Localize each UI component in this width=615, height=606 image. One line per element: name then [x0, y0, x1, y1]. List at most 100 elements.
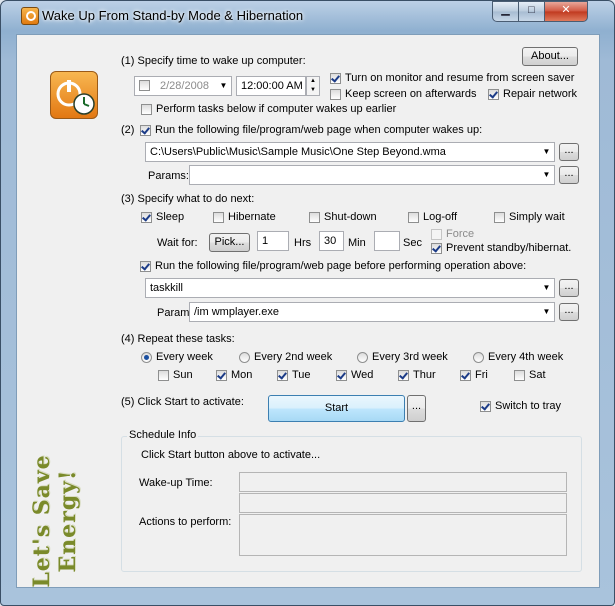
day-fri-label: Fri	[475, 369, 488, 381]
step4-label: (4) Repeat these tasks:	[121, 333, 235, 345]
before-params-browse-button[interactable]: ...	[559, 303, 579, 321]
every-2nd-week-radio[interactable]	[239, 352, 250, 363]
maximize-button[interactable]: □	[518, 1, 545, 22]
step3-label: (3) Specify what to do next:	[121, 193, 255, 205]
minutes-label: Min	[348, 237, 366, 249]
date-picker[interactable]: 2/28/2008 ▼	[134, 76, 232, 96]
day-mon-checkbox[interactable]	[216, 370, 227, 381]
day-tue-label: Tue	[292, 369, 311, 381]
schedule-info-title: Schedule Info	[127, 429, 199, 441]
wake-params-browse-button[interactable]: ...	[559, 166, 579, 184]
day-sun-checkbox[interactable]	[158, 370, 169, 381]
hours-label: Hrs	[294, 237, 312, 249]
every-3rd-week-radio[interactable]	[357, 352, 368, 363]
repair-network-checkbox[interactable]	[488, 89, 499, 100]
option-logoff-radio[interactable]	[408, 212, 419, 223]
minutes-field[interactable]: 30	[319, 231, 344, 251]
force-checkbox[interactable]	[431, 229, 442, 240]
step1-label: (1) Specify time to wake up computer:	[121, 55, 306, 67]
title-bar[interactable]: Wake Up From Stand-by Mode & Hibernation…	[1, 1, 614, 31]
chevron-down-icon[interactable]: ▼	[539, 303, 554, 321]
every-week-radio[interactable]	[141, 352, 152, 363]
actions-label: Actions to perform:	[139, 516, 232, 528]
option-hibernate-label: Hibernate	[228, 211, 276, 223]
keep-screen-checkbox[interactable]	[330, 89, 341, 100]
app-window: Wake Up From Stand-by Mode & Hibernation…	[0, 0, 615, 606]
seconds-label: Sec	[403, 237, 422, 249]
time-field[interactable]: 12:00:00 AM	[236, 76, 306, 96]
run-before-label: Run the following file/program/web page …	[155, 260, 527, 272]
step5-label: (5) Click Start to activate:	[121, 396, 244, 408]
wake-params-combo[interactable]: ▼	[189, 165, 555, 185]
window-title: Wake Up From Stand-by Mode & Hibernation	[42, 8, 304, 23]
seconds-field[interactable]	[374, 231, 400, 251]
option-shutdown-radio[interactable]	[309, 212, 320, 223]
run-on-wake-label: Run the following file/program/web page …	[155, 124, 483, 136]
turn-on-monitor-label: Turn on monitor and resume from screen s…	[345, 72, 575, 84]
chevron-down-icon[interactable]: ▼	[539, 166, 554, 184]
time-spinner[interactable]: ▲ ▼	[306, 76, 320, 96]
pick-button[interactable]: Pick...	[209, 233, 250, 252]
chevron-down-icon[interactable]: ▼	[216, 77, 231, 95]
switch-tray-label: Switch to tray	[495, 400, 562, 412]
option-hibernate-radio[interactable]	[213, 212, 224, 223]
force-label: Force	[446, 228, 475, 240]
option-sleep-radio[interactable]	[141, 212, 152, 223]
perform-early-checkbox[interactable]	[141, 104, 152, 115]
day-sat-checkbox[interactable]	[514, 370, 525, 381]
switch-tray-checkbox[interactable]	[480, 401, 491, 412]
about-button[interactable]: About...	[522, 47, 578, 66]
run-on-wake-checkbox[interactable]	[140, 125, 151, 136]
wake-file-value: C:\Users\Public\Music\Sample Music\One S…	[150, 146, 446, 158]
before-file-combo[interactable]: taskkill ▼	[145, 278, 555, 298]
before-file-value: taskkill	[150, 282, 184, 294]
actions-field	[239, 514, 567, 556]
option-simply-wait-radio[interactable]	[494, 212, 505, 223]
wakeup-time-extra-field	[239, 493, 567, 513]
wakeup-time-field	[239, 472, 567, 492]
app-power-icon	[21, 7, 39, 25]
main-panel: Let's Save Energy! About... (1) Specify …	[16, 34, 600, 588]
date-value: 2/28/2008	[160, 80, 209, 92]
minimize-button[interactable]: ▁	[492, 1, 519, 22]
wake-file-browse-button[interactable]: ...	[559, 143, 579, 161]
day-mon-label: Mon	[231, 369, 253, 381]
day-sun-label: Sun	[173, 369, 193, 381]
day-wed-checkbox[interactable]	[336, 370, 347, 381]
slogan-text: Let's Save Energy!	[29, 454, 81, 588]
perform-early-label: Perform tasks below if computer wakes up…	[156, 103, 397, 115]
day-thur-label: Thur	[413, 369, 436, 381]
day-sat-label: Sat	[529, 369, 546, 381]
day-thur-checkbox[interactable]	[398, 370, 409, 381]
day-tue-checkbox[interactable]	[277, 370, 288, 381]
before-params-combo[interactable]: /im wmplayer.exe ▼	[189, 302, 555, 322]
wakeup-time-label: Wake-up Time:	[139, 477, 213, 489]
option-logoff-label: Log-off	[423, 211, 458, 223]
before-params-value: /im wmplayer.exe	[194, 306, 279, 318]
repair-network-label: Repair network	[503, 88, 577, 100]
schedule-hint: Click Start button above to activate...	[141, 449, 321, 461]
start-options-button[interactable]: ...	[407, 395, 426, 422]
close-button[interactable]: ✕	[544, 1, 588, 22]
before-file-browse-button[interactable]: ...	[559, 279, 579, 297]
every-2nd-week-label: Every 2nd week	[254, 351, 333, 363]
chevron-down-icon[interactable]: ▼	[539, 279, 554, 297]
day-fri-checkbox[interactable]	[460, 370, 471, 381]
every-week-label: Every week	[156, 351, 213, 363]
prevent-standby-checkbox[interactable]	[431, 243, 442, 254]
hours-field[interactable]: 1	[257, 231, 289, 251]
option-shutdown-label: Shut-down	[324, 211, 377, 223]
power-clock-icon	[50, 71, 98, 119]
day-wed-label: Wed	[351, 369, 374, 381]
wake-file-combo[interactable]: C:\Users\Public\Music\Sample Music\One S…	[145, 142, 555, 162]
every-4th-week-radio[interactable]	[473, 352, 484, 363]
chevron-down-icon[interactable]: ▼	[539, 143, 554, 161]
option-sleep-label: Sleep	[156, 211, 185, 223]
run-before-checkbox[interactable]	[140, 261, 151, 272]
turn-on-monitor-checkbox[interactable]	[330, 73, 341, 84]
date-enable-checkbox[interactable]	[139, 80, 150, 91]
wait-for-label: Wait for:	[157, 237, 198, 249]
prevent-standby-label: Prevent standby/hibernat.	[446, 242, 572, 254]
every-3rd-week-label: Every 3rd week	[372, 351, 448, 363]
start-button[interactable]: Start	[268, 395, 405, 422]
